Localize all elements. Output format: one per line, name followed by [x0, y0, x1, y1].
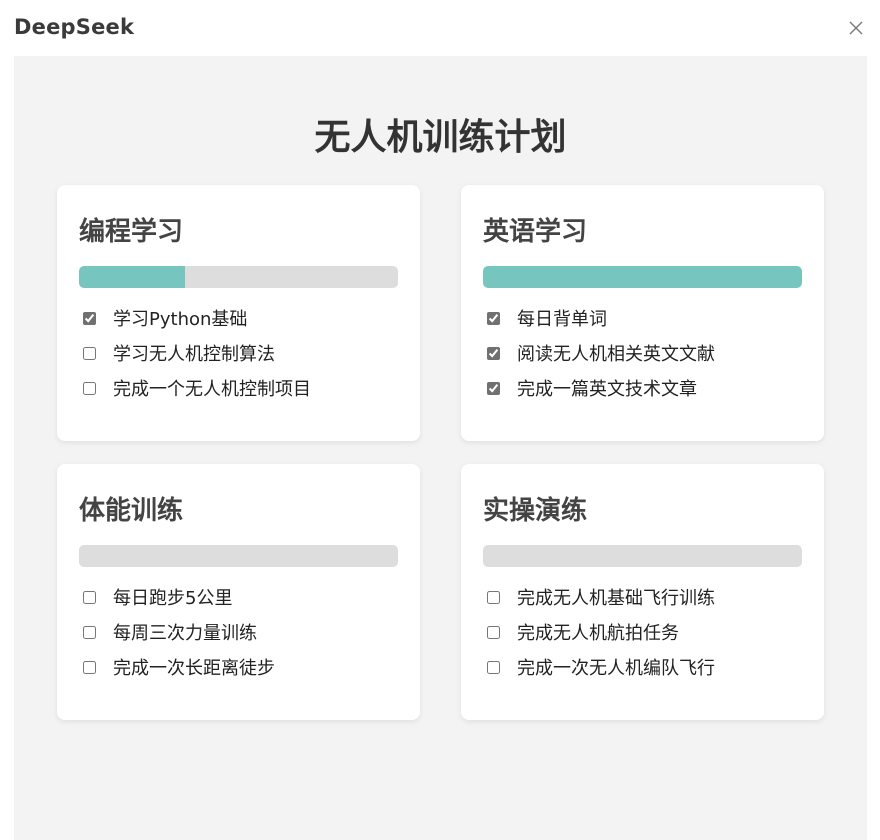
card-english: 英语学习 每日背单词 阅读无人机相关英文文献 完成一篇英文技术文章	[461, 185, 824, 441]
progress-fill	[483, 266, 802, 288]
card-title: 编程学习	[79, 217, 184, 247]
task-label: 学习Python基础	[113, 309, 248, 330]
progress-bar	[79, 545, 398, 567]
task-checkbox[interactable]	[83, 660, 96, 674]
card-programming: 编程学习 学习Python基础 学习无人机控制算法 完成一个无人机控制项目	[57, 185, 420, 441]
progress-fill	[79, 266, 186, 288]
task-label: 每日背单词	[517, 309, 607, 330]
card-fitness: 体能训练 每日跑步5公里 每周三次力量训练 完成一次长距离徒步	[57, 464, 420, 720]
main-content: 无人机训练计划 编程学习 学习Python基础 学习无人机控制算法 完成一个无人…	[14, 56, 867, 840]
task-checkbox[interactable]	[83, 311, 96, 325]
task-checkbox[interactable]	[83, 625, 96, 639]
task-checkbox[interactable]	[83, 381, 96, 395]
task-item[interactable]: 完成一次无人机编队飞行	[487, 655, 715, 679]
task-checkbox[interactable]	[487, 311, 500, 325]
card-title: 英语学习	[483, 217, 588, 247]
close-button[interactable]	[842, 14, 870, 42]
progress-bar	[79, 266, 398, 288]
page-title: 无人机训练计划	[314, 117, 567, 158]
app-title: DeepSeek	[14, 15, 135, 39]
task-label: 完成一个无人机控制项目	[113, 379, 311, 400]
task-label: 每周三次力量训练	[113, 623, 257, 644]
progress-bar	[483, 545, 802, 567]
task-checkbox[interactable]	[83, 590, 96, 604]
progress-bar	[483, 266, 802, 288]
task-checkbox[interactable]	[487, 625, 500, 639]
card-title: 体能训练	[79, 496, 184, 526]
task-checkbox[interactable]	[487, 660, 500, 674]
task-checkbox[interactable]	[487, 381, 500, 395]
task-label: 完成无人机基础飞行训练	[517, 588, 715, 609]
task-label: 完成无人机航拍任务	[517, 623, 679, 644]
task-label: 阅读无人机相关英文文献	[517, 344, 715, 365]
task-item[interactable]: 每周三次力量训练	[83, 620, 257, 644]
task-item[interactable]: 学习无人机控制算法	[83, 341, 275, 365]
task-item[interactable]: 完成一次长距离徒步	[83, 655, 275, 679]
task-item[interactable]: 完成无人机航拍任务	[487, 620, 679, 644]
task-item[interactable]: 学习Python基础	[83, 306, 247, 330]
task-label: 完成一篇英文技术文章	[517, 379, 697, 400]
task-checkbox[interactable]	[83, 346, 96, 360]
task-label: 完成一次无人机编队飞行	[517, 658, 715, 679]
task-checkbox[interactable]	[487, 590, 500, 604]
task-label: 完成一次长距离徒步	[113, 658, 275, 679]
task-item[interactable]: 完成一个无人机控制项目	[83, 376, 311, 400]
card-practice: 实操演练 完成无人机基础飞行训练 完成无人机航拍任务 完成一次无人机编队飞行	[461, 464, 824, 720]
task-item[interactable]: 完成无人机基础飞行训练	[487, 585, 715, 609]
task-checkbox[interactable]	[487, 346, 500, 360]
close-icon	[849, 21, 863, 35]
task-label: 每日跑步5公里	[113, 588, 233, 609]
task-item[interactable]: 每日跑步5公里	[83, 585, 232, 609]
title-bar: DeepSeek	[0, 0, 880, 56]
task-item[interactable]: 阅读无人机相关英文文献	[487, 341, 715, 365]
task-label: 学习无人机控制算法	[113, 344, 275, 365]
card-title: 实操演练	[483, 496, 588, 526]
task-item[interactable]: 完成一篇英文技术文章	[487, 376, 697, 400]
task-item[interactable]: 每日背单词	[487, 306, 607, 330]
